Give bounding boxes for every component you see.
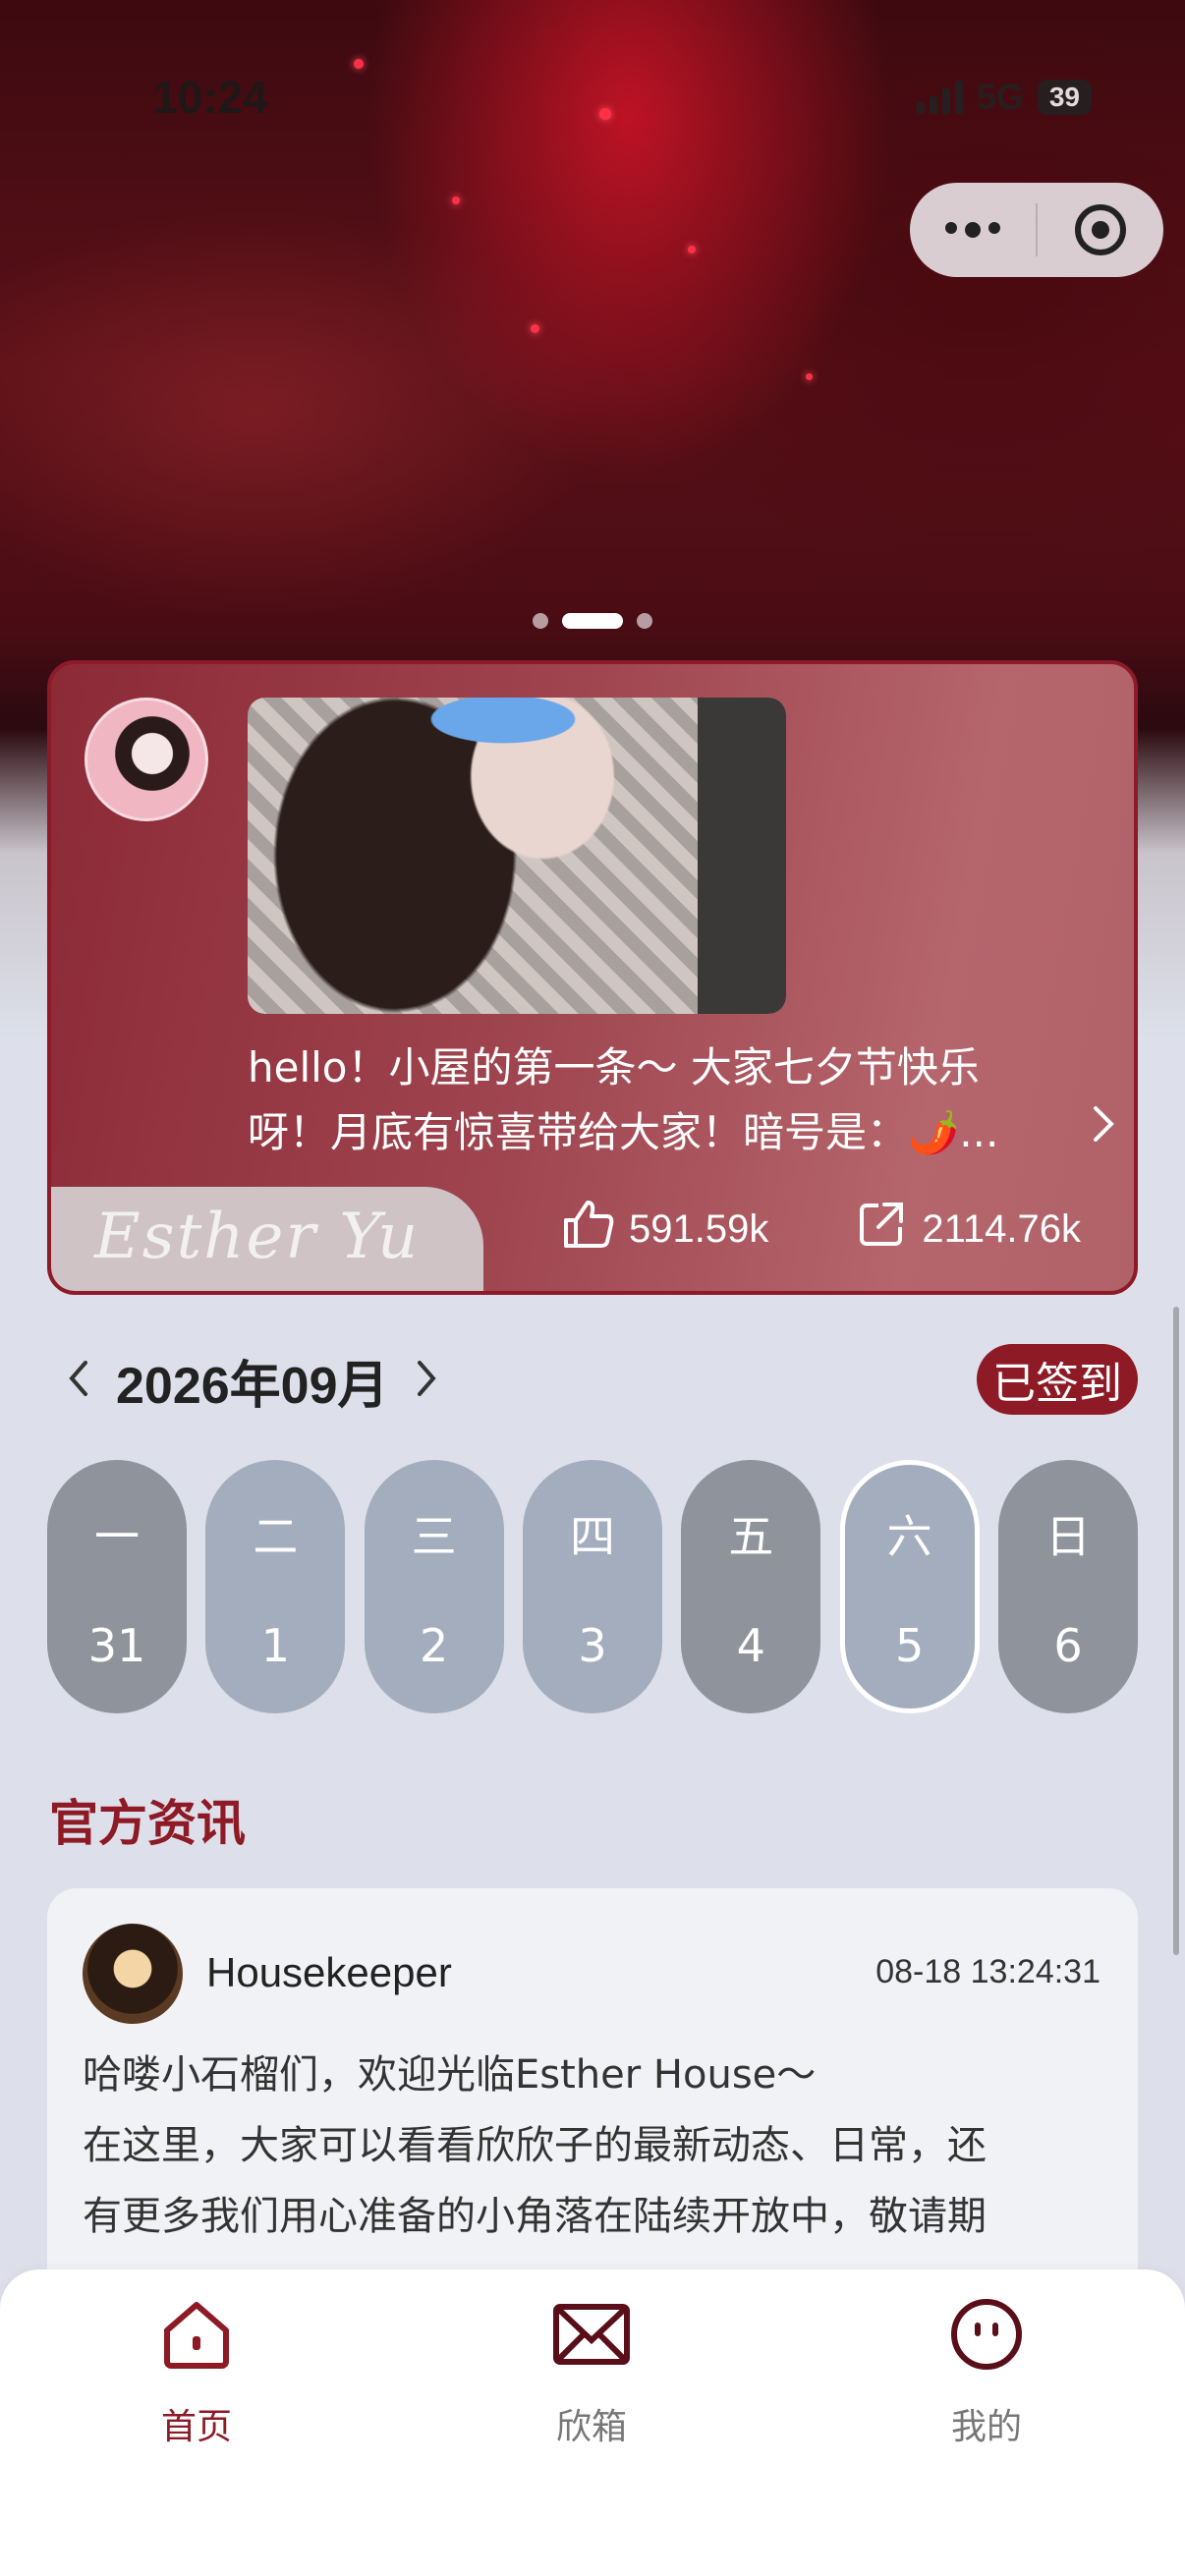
day-date: 2 (420, 1619, 449, 1672)
signal-icon (916, 81, 963, 114)
banner-sparkle (531, 324, 539, 333)
post-stats: 591.59k 2114.76k (560, 1197, 1081, 1261)
news-card[interactable]: Housekeeper 08-18 13:24:31 哈喽小石榴们，欢迎光临Es… (47, 1888, 1138, 2301)
share-icon (855, 1198, 908, 1260)
banner-pagination (0, 613, 1185, 629)
thumbs-up-icon (560, 1197, 615, 1261)
news-body-line: 哈喽小石榴们，欢迎光临Esther House～ (83, 2052, 817, 2098)
status-indicators: 5G 39 (916, 77, 1092, 118)
week-day-strip: 一 31 二1 三2 四3 五4 六5 日6 (47, 1460, 1138, 1713)
pagination-dot-active[interactable] (562, 613, 623, 629)
status-time: 10:24 (152, 72, 268, 123)
post-photo-1[interactable] (248, 698, 786, 1014)
mail-icon (550, 2297, 633, 2380)
tab-inbox[interactable]: 欣箱 (493, 2297, 690, 2449)
scrollbar[interactable] (1173, 1307, 1179, 1955)
pagination-dot[interactable] (637, 613, 652, 629)
news-body: 哈喽小石榴们，欢迎光临Esther House～ 在这里，大家可以看看欣欣子的最… (83, 2040, 1104, 2252)
post-text[interactable]: hello！小屋的第一条～ 大家七夕节快乐 呀！月底有惊喜带给大家！暗号是：🌶️… (248, 1036, 1093, 1165)
tab-me-label: 我的 (950, 2406, 1022, 2446)
day-weekday: 三 (411, 1510, 457, 1563)
day-date: 4 (736, 1619, 765, 1672)
network-label: 5G (976, 77, 1024, 117)
post-author-avatar[interactable] (85, 698, 208, 821)
bottom-tab-bar: 首页 欣箱 我的 (0, 2269, 1185, 2576)
day-weekday: 日 (1044, 1510, 1091, 1563)
miniapp-capsule (910, 183, 1163, 277)
day-date: 5 (895, 1619, 925, 1672)
close-miniapp-icon[interactable] (1038, 204, 1163, 255)
tab-home[interactable]: 首页 (98, 2297, 295, 2449)
tab-me[interactable]: 我的 (888, 2297, 1085, 2449)
day-date: 3 (578, 1619, 607, 1672)
day-pill[interactable]: 四3 (522, 1460, 662, 1713)
post-text-line: 呀！月底有惊喜带给大家！暗号是：🌶️... (248, 1108, 999, 1156)
day-date: 1 (260, 1619, 290, 1672)
day-pill-today[interactable]: 六5 (839, 1460, 980, 1713)
banner-sparkle (354, 59, 364, 69)
signature-tab: Esther Yu (51, 1187, 483, 1291)
tab-inbox-label: 欣箱 (555, 2406, 627, 2446)
banner-sparkle (452, 196, 460, 204)
day-weekday: 六 (886, 1510, 932, 1563)
post-text-line: hello！小屋的第一条～ 大家七夕节快乐 (248, 1043, 980, 1092)
banner-sparkle (688, 246, 696, 253)
news-timestamp: 08-18 13:24:31 (875, 1953, 1100, 1990)
tab-home-label: 首页 (160, 2406, 232, 2446)
day-date: 31 (87, 1619, 146, 1672)
day-pill[interactable]: 一 31 (47, 1460, 187, 1713)
featured-post-card[interactable]: Esther Yu hello！小屋的第一条～ 大家七夕节快乐 呀！月底有惊喜带… (47, 660, 1138, 1295)
calendar-header: 2026年09月 (67, 1344, 438, 1418)
like-count: 591.59k (629, 1206, 769, 1251)
home-icon (159, 2297, 234, 2380)
post-photo-stack[interactable] (248, 698, 857, 1014)
smiley-icon (949, 2297, 1024, 2380)
day-pill[interactable]: 五4 (681, 1460, 821, 1713)
chevron-right-icon[interactable] (1091, 1104, 1116, 1154)
day-weekday: 四 (569, 1510, 615, 1563)
day-weekday: 五 (728, 1510, 774, 1563)
calendar-month-label: 2026年09月 (116, 1358, 389, 1415)
banner-sparkle (806, 373, 813, 380)
day-pill[interactable]: 二1 (205, 1460, 346, 1713)
share-count: 2114.76k (922, 1206, 1081, 1251)
checkin-badge[interactable]: 已签到 (977, 1344, 1138, 1415)
day-pill[interactable]: 日6 (997, 1460, 1138, 1713)
news-author-name: Housekeeper (206, 1949, 452, 1995)
chevron-left-icon[interactable] (67, 1353, 90, 1410)
chevron-right-icon[interactable] (415, 1353, 438, 1410)
day-pill[interactable]: 三2 (364, 1460, 504, 1713)
signature-text: Esther Yu (94, 1201, 421, 1273)
news-author-avatar[interactable] (83, 1924, 183, 2024)
like-stat[interactable]: 591.59k (560, 1197, 768, 1261)
pagination-dot[interactable] (533, 613, 548, 629)
news-body-line: 在这里，大家可以看看欣欣子的最新动态、日常，还 (83, 2123, 987, 2168)
day-weekday: 二 (253, 1510, 299, 1563)
share-stat[interactable]: 2114.76k (855, 1198, 1081, 1260)
more-options-icon[interactable] (910, 222, 1036, 238)
banner-sparkle (599, 108, 611, 120)
news-section-title: 官方资讯 (49, 1795, 246, 1852)
day-weekday: 一 (94, 1510, 140, 1563)
news-body-line: 有更多我们用心准备的小角落在陆续开放中，敬请期 (83, 2194, 987, 2239)
battery-icon: 39 (1037, 80, 1092, 115)
day-date: 6 (1053, 1619, 1083, 1672)
